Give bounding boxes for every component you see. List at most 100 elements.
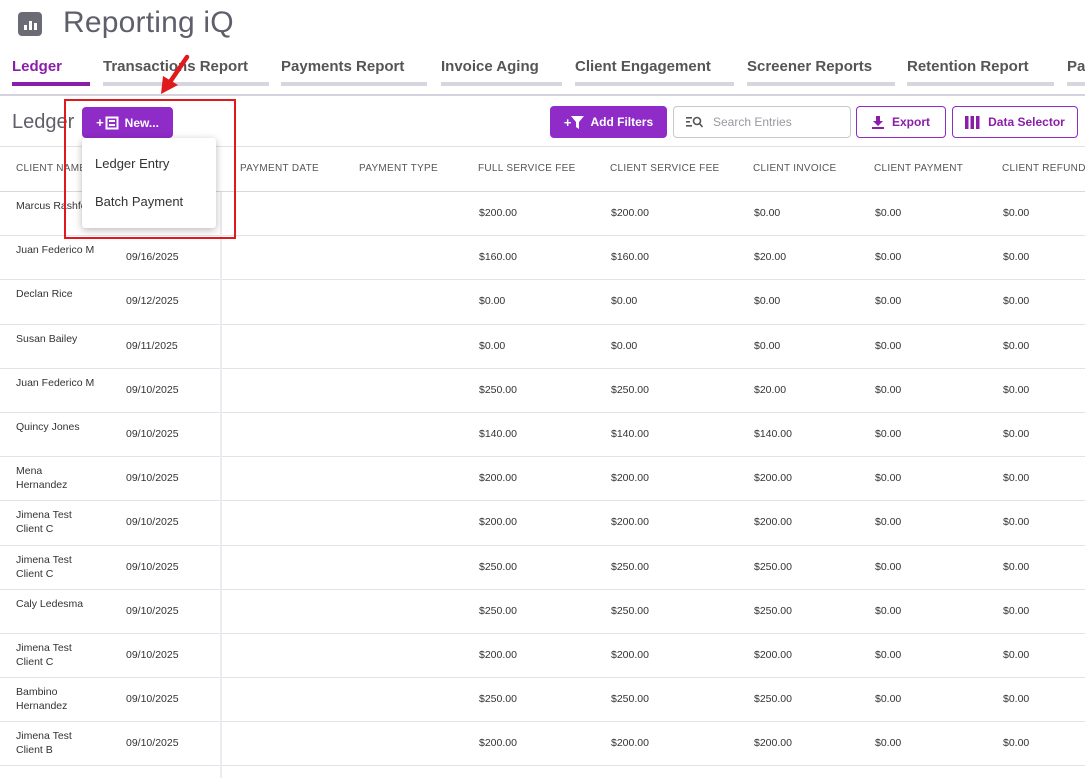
table-row[interactable]: Juan Federico M 09/10/2025 $250.00 $250.00 $…	[0, 369, 1085, 413]
data-selector-label: Data Selector	[988, 115, 1065, 129]
cell-full-service-fee: $250.00	[479, 604, 517, 617]
cell-client-name[interactable]: Mena Hernandez	[16, 464, 96, 492]
table-body: Marcus Rashford $200.00 $200.00 $0.00 $0.00 $…	[0, 192, 1085, 767]
cell-client-invoice: $200.00	[754, 472, 792, 485]
tab-client-engagement[interactable]: Client Engagement	[575, 58, 734, 86]
annotation-highlight-box	[64, 99, 236, 239]
plus-icon: +	[563, 114, 572, 130]
cell-client-refund: $0.00	[1003, 383, 1030, 396]
tab-invoice-aging[interactable]: Invoice Aging	[441, 58, 562, 86]
cell-payment-date: 09/16/2025	[126, 251, 179, 264]
table-row[interactable]: Mena Hernandez 09/10/2025 $200.00 $200.00 $2…	[0, 457, 1085, 502]
column-header-client-invoice[interactable]: CLIENT INVOICE	[753, 163, 836, 174]
cell-full-service-fee: $250.00	[479, 560, 517, 573]
cell-client-service-fee: $250.00	[611, 383, 649, 396]
cell-full-service-fee: $250.00	[479, 383, 517, 396]
cell-client-refund: $0.00	[1003, 560, 1030, 573]
cell-full-service-fee: $0.00	[479, 295, 506, 308]
cell-client-name[interactable]: Quincy Jones	[16, 420, 96, 434]
cell-client-name[interactable]: Declan Rice	[16, 287, 96, 301]
table-row[interactable]: Jimena Test Client C 09/10/2025 $200.00 $20…	[0, 501, 1085, 546]
cell-client-service-fee: $200.00	[611, 648, 649, 661]
column-header-client-payment[interactable]: CLIENT PAYMENT	[874, 163, 963, 174]
cell-payment-date: 09/12/2025	[126, 295, 179, 308]
cell-client-refund: $0.00	[1003, 693, 1030, 706]
table-row[interactable]: Caly Ledesma 09/10/2025 $250.00 $250.00 $250…	[0, 590, 1085, 634]
tab-overflow[interactable]: Pa	[1067, 58, 1085, 86]
cell-full-service-fee: $200.00	[479, 207, 517, 219]
export-label: Export	[891, 115, 930, 129]
cell-payment-date: 09/10/2025	[126, 516, 179, 529]
add-filters-button[interactable]: + Add Filters	[550, 106, 667, 138]
cell-client-invoice: $200.00	[754, 648, 792, 661]
column-header-payment-type[interactable]: PAYMENT TYPE	[359, 163, 438, 174]
cell-client-refund: $0.00	[1003, 472, 1030, 485]
column-header-payment-date[interactable]: PAYMENT DATE	[240, 163, 319, 174]
cell-payment-date: 09/11/2025	[126, 339, 178, 352]
tab-ledger[interactable]: Ledger	[12, 58, 90, 86]
cell-client-payment: $0.00	[875, 427, 902, 440]
cell-client-service-fee: $200.00	[611, 516, 649, 529]
tab-retention-report[interactable]: Retention Report	[907, 58, 1054, 86]
table-row[interactable]: Susan Bailey 09/11/2025 $0.00 $0.00 $0.00 $0.…	[0, 325, 1085, 369]
cell-client-refund: $0.00	[1003, 207, 1030, 219]
bar-chart-icon	[18, 12, 42, 36]
export-button[interactable]: Export	[856, 106, 946, 138]
cell-payment-date: 09/10/2025	[126, 693, 179, 706]
cell-client-name[interactable]: Susan Bailey	[16, 332, 96, 346]
cell-client-name[interactable]: Jimena Test Client C	[16, 553, 96, 581]
search-box[interactable]	[673, 106, 851, 138]
cell-client-refund: $0.00	[1003, 516, 1030, 529]
cell-full-service-fee: $250.00	[479, 693, 517, 706]
cell-payment-date: 09/10/2025	[126, 472, 179, 485]
data-selector-button[interactable]: Data Selector	[952, 106, 1078, 138]
cell-payment-date: 09/10/2025	[126, 560, 179, 573]
cell-client-invoice: $140.00	[754, 427, 792, 440]
column-header-client-refund[interactable]: CLIENT REFUND	[1002, 163, 1085, 174]
cell-client-service-fee: $0.00	[611, 339, 638, 352]
cell-client-name[interactable]: Jimena Test Client B	[16, 729, 96, 757]
cell-client-payment: $0.00	[875, 693, 902, 706]
cell-client-payment: $0.00	[875, 295, 902, 308]
ledger-table: CLIENT NAME PAYMENT DATE PAYMENT TYPE FU…	[0, 146, 1085, 767]
cell-client-payment: $0.00	[875, 472, 902, 485]
cell-client-invoice: $0.00	[754, 339, 781, 352]
table-row[interactable]: Jimena Test Client C 09/10/2025 $200.00 $20…	[0, 634, 1085, 679]
tab-screener-reports[interactable]: Screener Reports	[747, 58, 895, 86]
cell-client-invoice: $0.00	[754, 295, 781, 308]
cell-client-payment: $0.00	[875, 383, 902, 396]
cell-client-service-fee: $200.00	[611, 207, 649, 219]
cell-client-invoice: $0.00	[754, 207, 781, 219]
app-title: Reporting iQ	[63, 6, 234, 39]
table-row[interactable]: Bambino Hernandez 09/10/2025 $250.00 $250.0…	[0, 678, 1085, 723]
cell-client-invoice: $250.00	[754, 560, 792, 573]
cell-client-name[interactable]: Juan Federico M	[16, 376, 96, 390]
table-row[interactable]: Declan Rice 09/12/2025 $0.00 $0.00 $0.00 $0.0…	[0, 280, 1085, 325]
table-row[interactable]: Jimena Test Client B 09/10/2025 $200.00 $20…	[0, 722, 1085, 767]
cell-client-payment: $0.00	[875, 560, 902, 573]
cell-client-service-fee: $250.00	[611, 604, 649, 617]
column-header-client-service-fee[interactable]: CLIENT SERVICE FEE	[610, 163, 720, 174]
cell-client-payment: $0.00	[875, 737, 902, 750]
cell-client-name[interactable]: Bambino Hernandez	[16, 685, 96, 713]
cell-client-payment: $0.00	[875, 516, 902, 529]
column-header-full-service-fee[interactable]: FULL SERVICE FEE	[478, 163, 576, 174]
table-row[interactable]: Juan Federico M 09/16/2025 $160.00 $160.00 $…	[0, 236, 1085, 281]
table-row[interactable]: Quincy Jones 09/10/2025 $140.00 $140.00 $140…	[0, 413, 1085, 458]
cell-client-name[interactable]: Jimena Test Client C	[16, 508, 96, 536]
cell-client-name[interactable]: Juan Federico M	[16, 243, 96, 257]
cell-payment-date: 09/10/2025	[126, 604, 179, 617]
filter-icon	[571, 115, 585, 129]
cell-client-name[interactable]: Jimena Test Client C	[16, 641, 96, 669]
cell-client-payment: $0.00	[875, 339, 902, 352]
download-icon	[871, 115, 884, 129]
cell-payment-date: 09/10/2025	[126, 427, 179, 440]
tab-payments-report[interactable]: Payments Report	[281, 58, 427, 86]
cell-client-refund: $0.00	[1003, 737, 1030, 750]
cell-full-service-fee: $0.00	[479, 339, 506, 352]
cell-client-service-fee: $140.00	[611, 427, 649, 440]
table-row[interactable]: Jimena Test Client C 09/10/2025 $250.00 $25…	[0, 546, 1085, 590]
search-input[interactable]	[713, 115, 833, 129]
cell-full-service-fee: $200.00	[479, 648, 517, 661]
cell-client-name[interactable]: Caly Ledesma	[16, 597, 96, 611]
